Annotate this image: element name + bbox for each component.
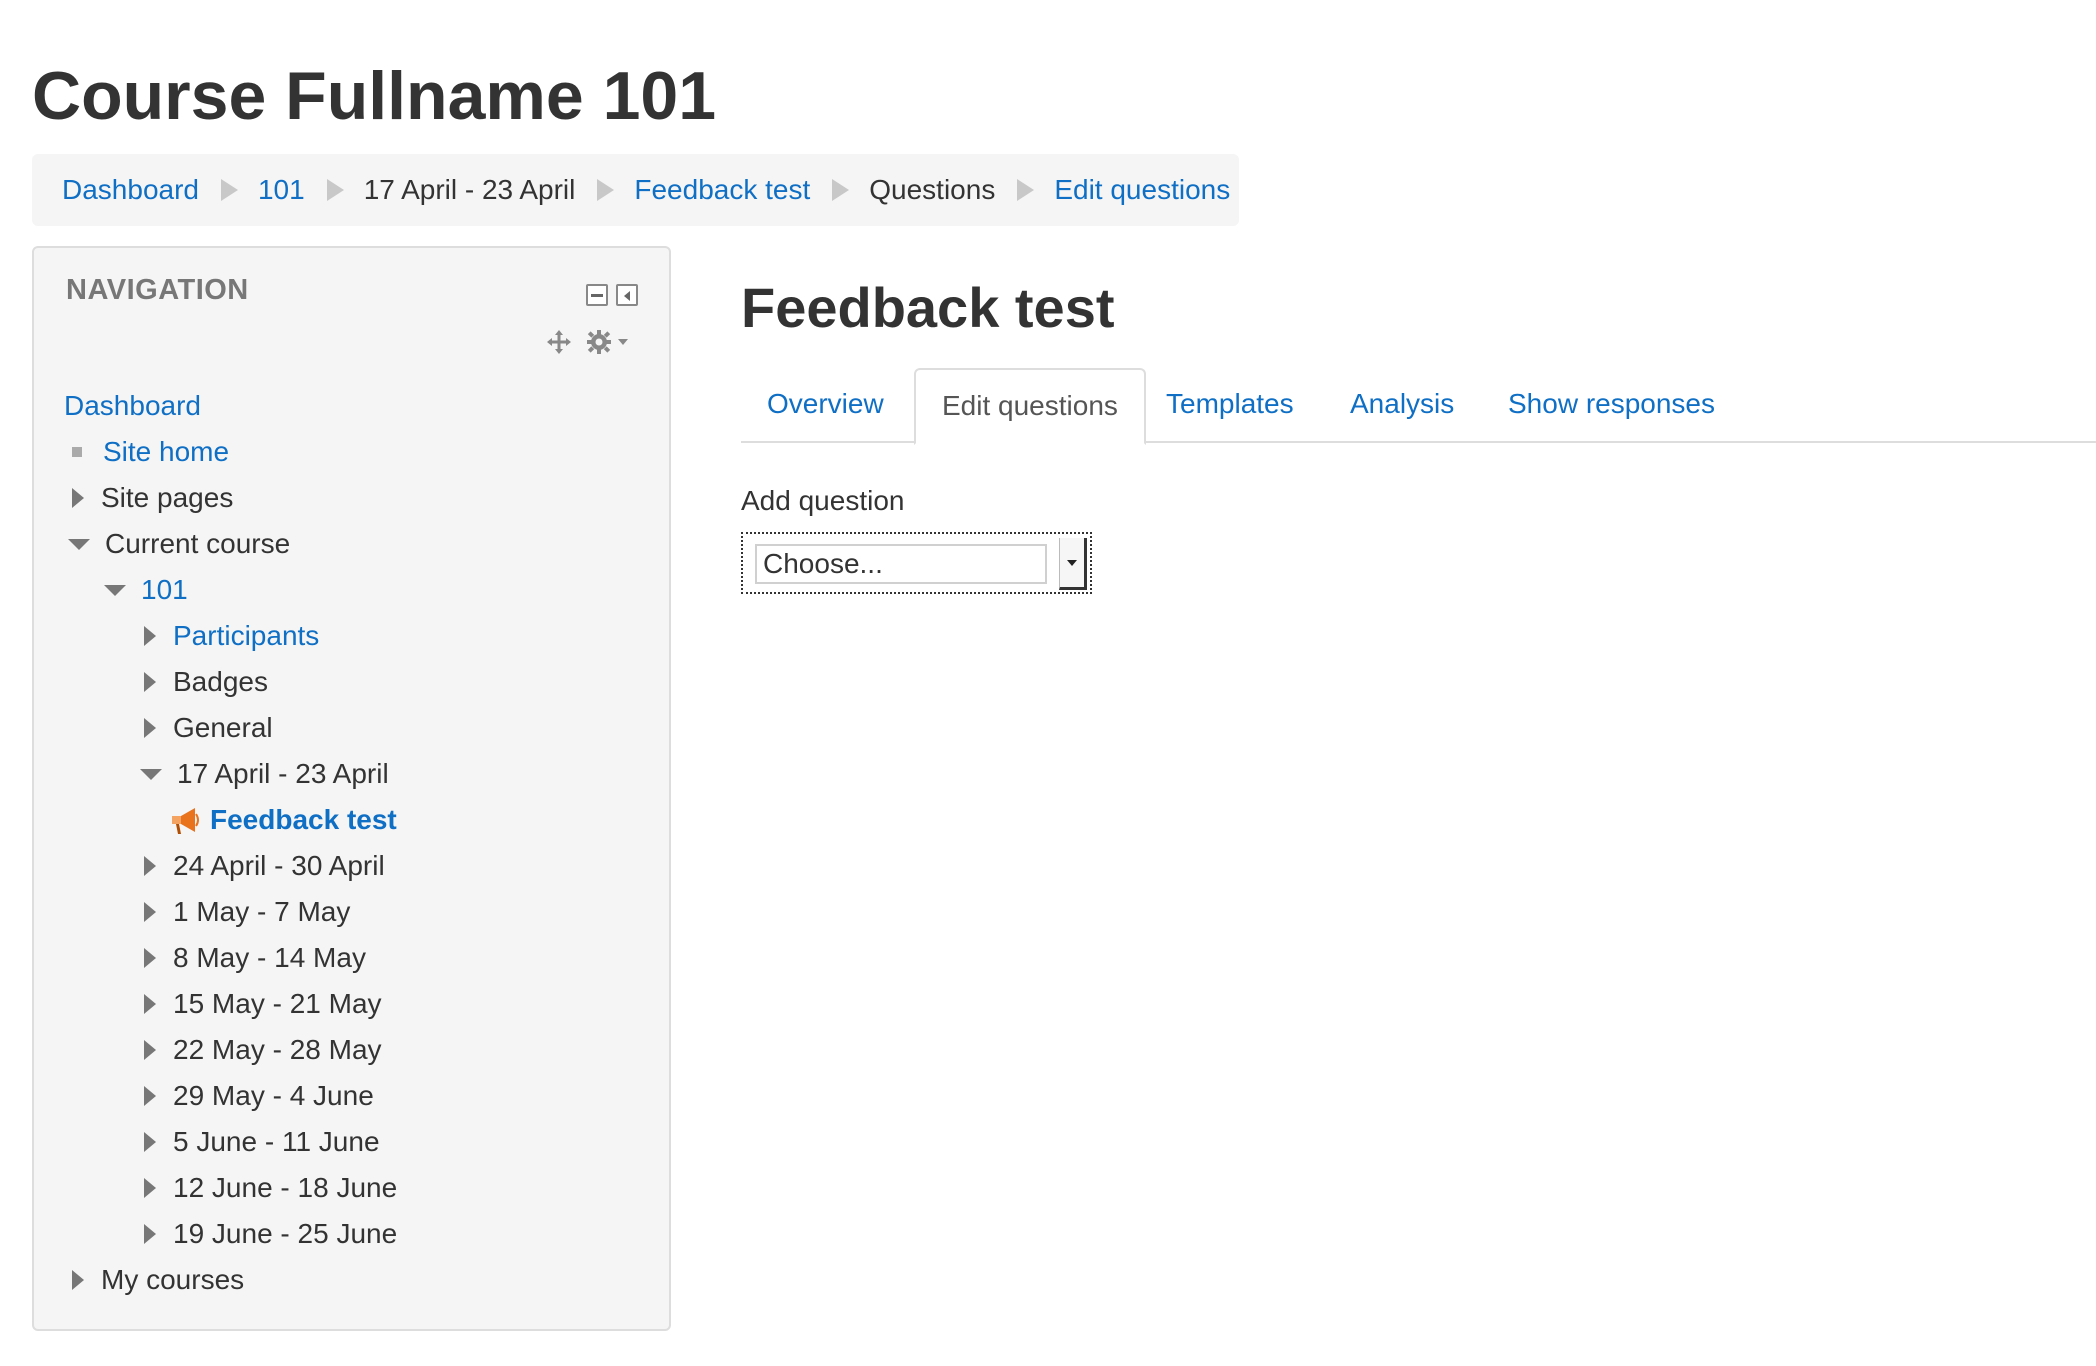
gear-icon[interactable] [586, 328, 634, 356]
nav-item-label[interactable]: 17 April - 23 April [177, 758, 389, 790]
nav-item-section-1-may[interactable]: 1 May - 7 May [144, 892, 350, 932]
nav-item-label[interactable]: 8 May - 14 May [173, 942, 366, 974]
expand-arrow-icon[interactable] [144, 1224, 156, 1244]
nav-item-dashboard[interactable]: Dashboard [64, 386, 201, 426]
breadcrumb-activity[interactable]: Feedback test [634, 174, 810, 206]
nav-item-label[interactable]: Dashboard [64, 390, 201, 422]
nav-item-section-24-april[interactable]: 24 April - 30 April [144, 846, 385, 886]
breadcrumb-dashboard[interactable]: Dashboard [62, 174, 199, 206]
nav-item-label[interactable]: 22 May - 28 May [173, 1034, 382, 1066]
add-question-select-value[interactable]: Choose... [755, 544, 1047, 584]
expand-arrow-icon[interactable] [144, 672, 156, 692]
nav-item-label[interactable]: 29 May - 4 June [173, 1080, 374, 1112]
nav-item-label[interactable]: 1 May - 7 May [173, 896, 350, 928]
nav-item-site-home[interactable]: Site home [66, 432, 229, 472]
expand-arrow-icon[interactable] [144, 902, 156, 922]
add-question-select[interactable]: Choose... [741, 532, 1092, 594]
expand-arrow-icon[interactable] [144, 626, 156, 646]
nav-item-label[interactable]: 12 June - 18 June [173, 1172, 397, 1204]
move-icon[interactable] [545, 328, 573, 356]
breadcrumb-separator-icon [1017, 179, 1035, 201]
nav-item-section-29-may[interactable]: 29 May - 4 June [144, 1076, 374, 1116]
navigation-block: NAVIGATION Dashboard Site home Site page… [32, 246, 671, 1331]
nav-item-section-8-may[interactable]: 8 May - 14 May [144, 938, 366, 978]
nav-item-label[interactable]: Participants [173, 620, 319, 652]
nav-item-label[interactable]: 19 June - 25 June [173, 1218, 397, 1250]
breadcrumb-course[interactable]: 101 [258, 174, 305, 206]
expand-arrow-icon[interactable] [144, 1040, 156, 1060]
nav-item-label[interactable]: Feedback test [210, 804, 397, 836]
nav-item-label[interactable]: 24 April - 30 April [173, 850, 385, 882]
nav-item-participants[interactable]: Participants [144, 616, 319, 656]
expand-arrow-icon[interactable] [144, 1086, 156, 1106]
expand-arrow-icon[interactable] [144, 1178, 156, 1198]
breadcrumb-section: 17 April - 23 April [363, 174, 576, 205]
expand-arrow-icon[interactable] [144, 948, 156, 968]
tab-overview[interactable]: Overview [741, 368, 910, 443]
nav-item-my-courses[interactable]: My courses [72, 1260, 244, 1300]
tab-edit-questions[interactable]: Edit questions [914, 368, 1146, 445]
nav-item-section-15-may[interactable]: 15 May - 21 May [144, 984, 382, 1024]
hide-block-icon[interactable] [586, 284, 608, 306]
breadcrumb-separator-icon [832, 179, 850, 201]
nav-item-badges[interactable]: Badges [144, 662, 268, 702]
breadcrumb-edit-questions[interactable]: Edit questions [1054, 174, 1230, 206]
nav-item-label[interactable]: Badges [173, 666, 268, 698]
nav-item-label[interactable]: General [173, 712, 273, 744]
breadcrumb-separator-icon [597, 179, 615, 201]
navigation-header: NAVIGATION [66, 274, 249, 306]
dropdown-arrow-icon[interactable] [1059, 538, 1087, 590]
expand-arrow-icon[interactable] [144, 1132, 156, 1152]
nav-item-section-17-april[interactable]: 17 April - 23 April [140, 754, 389, 794]
course-title: Course Fullname 101 [32, 58, 717, 134]
tab-bar: Overview Edit questions Templates Analys… [741, 368, 2096, 445]
nav-item-section-22-may[interactable]: 22 May - 28 May [144, 1030, 382, 1070]
nav-item-label[interactable]: 5 June - 11 June [173, 1126, 380, 1158]
tab-show-responses[interactable]: Show responses [1482, 368, 1741, 443]
collapse-arrow-icon[interactable] [140, 768, 162, 780]
tab-analysis[interactable]: Analysis [1324, 368, 1480, 443]
nav-item-general[interactable]: General [144, 708, 273, 748]
add-question-label: Add question [741, 485, 905, 516]
nav-item-site-pages[interactable]: Site pages [72, 478, 233, 518]
collapse-arrow-icon[interactable] [104, 584, 126, 596]
nav-item-label[interactable]: Site home [103, 436, 229, 468]
nav-item-label[interactable]: My courses [101, 1264, 244, 1296]
nav-item-label[interactable]: 15 May - 21 May [173, 988, 382, 1020]
nav-item-course-101[interactable]: 101 [104, 570, 188, 610]
nav-item-section-19-june[interactable]: 19 June - 25 June [144, 1214, 397, 1254]
expand-arrow-icon[interactable] [144, 718, 156, 738]
breadcrumb-separator-icon [220, 179, 238, 201]
nav-item-section-5-june[interactable]: 5 June - 11 June [144, 1122, 380, 1162]
dock-block-icon[interactable] [616, 284, 638, 306]
nav-item-current-course[interactable]: Current course [68, 524, 290, 564]
collapse-arrow-icon[interactable] [68, 538, 90, 550]
breadcrumb-questions: Questions [869, 174, 996, 205]
nav-item-section-12-june[interactable]: 12 June - 18 June [144, 1168, 397, 1208]
breadcrumb-separator-icon [326, 179, 344, 201]
breadcrumb: Dashboard 101 17 April - 23 April Feedba… [32, 154, 1239, 226]
bullet-icon [72, 447, 82, 457]
nav-item-label[interactable]: Site pages [101, 482, 233, 514]
expand-arrow-icon[interactable] [72, 1270, 84, 1290]
tab-templates[interactable]: Templates [1140, 368, 1320, 443]
megaphone-icon [172, 808, 199, 834]
expand-arrow-icon[interactable] [144, 994, 156, 1014]
expand-arrow-icon[interactable] [144, 856, 156, 876]
nav-item-feedback-test[interactable]: Feedback test [168, 800, 397, 840]
activity-title: Feedback test [741, 276, 1115, 339]
nav-item-label[interactable]: Current course [105, 528, 290, 560]
expand-arrow-icon[interactable] [72, 488, 84, 508]
nav-item-label[interactable]: 101 [141, 574, 188, 606]
